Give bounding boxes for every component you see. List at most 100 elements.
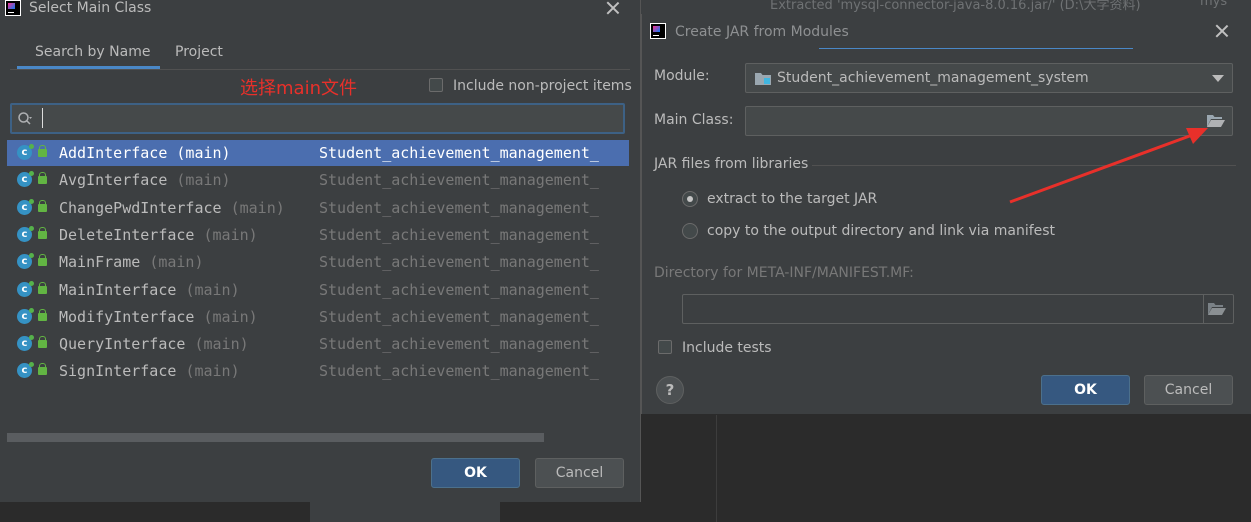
include-tests-label[interactable]: Include tests xyxy=(682,340,772,356)
include-non-project-label[interactable]: Include non-project items xyxy=(453,78,632,94)
search-input[interactable] xyxy=(42,108,613,128)
chevron-down-icon xyxy=(1212,75,1224,82)
main-class-label: Main Class: xyxy=(654,112,734,128)
jar-files-label: JAR files from libraries xyxy=(654,156,809,172)
list-item[interactable]: c ChangePwdInterface (main) Student_achiev… xyxy=(7,195,629,221)
class-name: AvgInterface (main) xyxy=(59,171,231,189)
list-item[interactable]: c QueryInterface (main) Student_achievemen… xyxy=(7,331,629,357)
manifest-dir-field[interactable] xyxy=(682,294,1234,324)
lock-icon xyxy=(38,199,47,212)
class-suffix: (main) xyxy=(203,225,258,244)
list-item[interactable]: c ModifyInterface (main) Student_achieveme… xyxy=(7,304,629,330)
class-suffix: (main) xyxy=(176,171,231,190)
active-tab-indicator xyxy=(17,66,160,69)
class-suffix: (main) xyxy=(185,362,240,381)
class-name-text: SignInterface xyxy=(59,362,177,381)
close-icon[interactable] xyxy=(606,1,620,15)
class-name-text: DeleteInterface xyxy=(59,225,195,244)
list-item[interactable]: c MainInterface (main) Student_achievement… xyxy=(7,277,629,303)
list-item[interactable]: c AvgInterface (main) Student_achievement_… xyxy=(7,167,629,193)
class-suffix: (main) xyxy=(185,280,240,299)
background-window: Extracted 'mysql-connector-java-8.0.16.j… xyxy=(640,0,1251,14)
class-icon: c xyxy=(17,362,34,379)
copy-radio[interactable] xyxy=(682,223,698,239)
cancel-button[interactable]: Cancel xyxy=(1144,375,1233,405)
list-item[interactable]: c AddInterface (main) Student_achievement_… xyxy=(7,140,629,166)
create-jar-dialog: Create JAR from Modules Module: Student_… xyxy=(641,14,1251,414)
class-name: DeleteInterface (main) xyxy=(59,226,258,244)
module-label: Module: xyxy=(654,68,710,84)
lock-icon xyxy=(38,281,47,294)
extract-option-label[interactable]: extract to the target JAR xyxy=(707,191,877,207)
class-name-text: QueryInterface xyxy=(59,335,186,354)
search-icon xyxy=(18,112,32,125)
module-name: Student_achievement_management_ xyxy=(319,280,599,299)
class-suffix: (main) xyxy=(194,335,249,354)
module-value: Student_achievement_management_system xyxy=(777,70,1089,86)
class-suffix: (main) xyxy=(149,253,204,272)
ok-button[interactable]: OK xyxy=(431,458,520,488)
module-name: Student_achievement_management_ xyxy=(319,362,599,381)
help-icon[interactable]: ? xyxy=(656,376,684,404)
cancel-button[interactable]: Cancel xyxy=(535,458,624,488)
copy-option-label[interactable]: copy to the output directory and link vi… xyxy=(707,223,1055,239)
module-name: Student_achievement_management_ xyxy=(319,225,599,244)
tab-search-by-name[interactable]: Search by Name xyxy=(35,44,150,60)
ok-button[interactable]: OK xyxy=(1041,375,1130,405)
background-text: Extracted 'mysql-connector-java-8.0.16.j… xyxy=(770,0,1141,13)
lock-icon xyxy=(38,363,47,376)
module-name: Student_achievement_management_ xyxy=(319,171,599,190)
background-text-right: mys xyxy=(1200,0,1228,9)
module-name: Student_achievement_management_ xyxy=(319,335,599,354)
class-name: ChangePwdInterface (main) xyxy=(59,199,285,217)
search-field[interactable] xyxy=(10,103,625,134)
class-name: MainFrame (main) xyxy=(59,253,204,271)
list-item[interactable]: c MainFrame (main) Student_achievement_man… xyxy=(7,249,629,275)
background-panel xyxy=(640,415,1251,522)
open-folder-icon[interactable] xyxy=(1207,301,1227,317)
class-icon: c xyxy=(17,198,34,215)
annotation-text: 选择main文件 xyxy=(240,78,357,99)
include-non-project-checkbox[interactable] xyxy=(429,78,443,92)
extract-radio[interactable] xyxy=(682,191,698,207)
class-name-text: MainInterface xyxy=(59,280,177,299)
class-name: ModifyInterface (main) xyxy=(59,308,258,326)
class-name: SignInterface (main) xyxy=(59,362,240,380)
lock-icon xyxy=(38,308,47,321)
tab-divider xyxy=(10,69,630,70)
class-name-text: AddInterface xyxy=(59,144,168,162)
background-bottom-panel xyxy=(310,502,500,522)
class-name: AddInterface (main) xyxy=(59,144,231,162)
module-name: Student_achievement_management_ xyxy=(319,198,599,217)
class-name-text: ModifyInterface xyxy=(59,307,195,326)
module-select[interactable]: Student_achievement_management_system xyxy=(745,63,1233,93)
class-icon: c xyxy=(17,171,34,188)
list-item[interactable]: c SignInterface (main) Student_achievement… xyxy=(7,358,629,384)
close-icon[interactable] xyxy=(1215,24,1229,38)
intellij-app-icon xyxy=(650,23,666,39)
lock-icon xyxy=(38,254,47,267)
class-icon: c xyxy=(17,253,34,270)
main-class-field[interactable] xyxy=(745,106,1233,136)
module-name: Student_achievement_management_ xyxy=(319,253,599,272)
class-list[interactable]: c AddInterface (main) Student_achievement_… xyxy=(7,140,629,390)
class-name-text: MainFrame xyxy=(59,253,141,272)
module-name: Student_achievement_management_ xyxy=(319,307,599,326)
intellij-app-icon xyxy=(5,0,21,16)
title-underline xyxy=(819,48,1133,49)
lock-icon xyxy=(38,145,47,157)
class-icon: c xyxy=(17,225,34,242)
lock-icon xyxy=(38,336,47,349)
open-folder-icon[interactable] xyxy=(1206,113,1226,129)
class-suffix: (main) xyxy=(203,307,258,326)
module-name: Student_achievement_management_ xyxy=(319,144,599,162)
tab-project[interactable]: Project xyxy=(175,44,223,60)
lock-icon xyxy=(38,226,47,239)
field-divider xyxy=(1203,295,1204,323)
horizontal-scrollbar[interactable] xyxy=(7,433,544,442)
class-name-text: AvgInterface xyxy=(59,171,168,190)
list-item[interactable]: c DeleteInterface (main) Student_achieveme… xyxy=(7,222,629,248)
class-name: QueryInterface (main) xyxy=(59,335,249,353)
include-tests-checkbox[interactable] xyxy=(658,340,672,354)
lock-icon xyxy=(38,172,47,185)
